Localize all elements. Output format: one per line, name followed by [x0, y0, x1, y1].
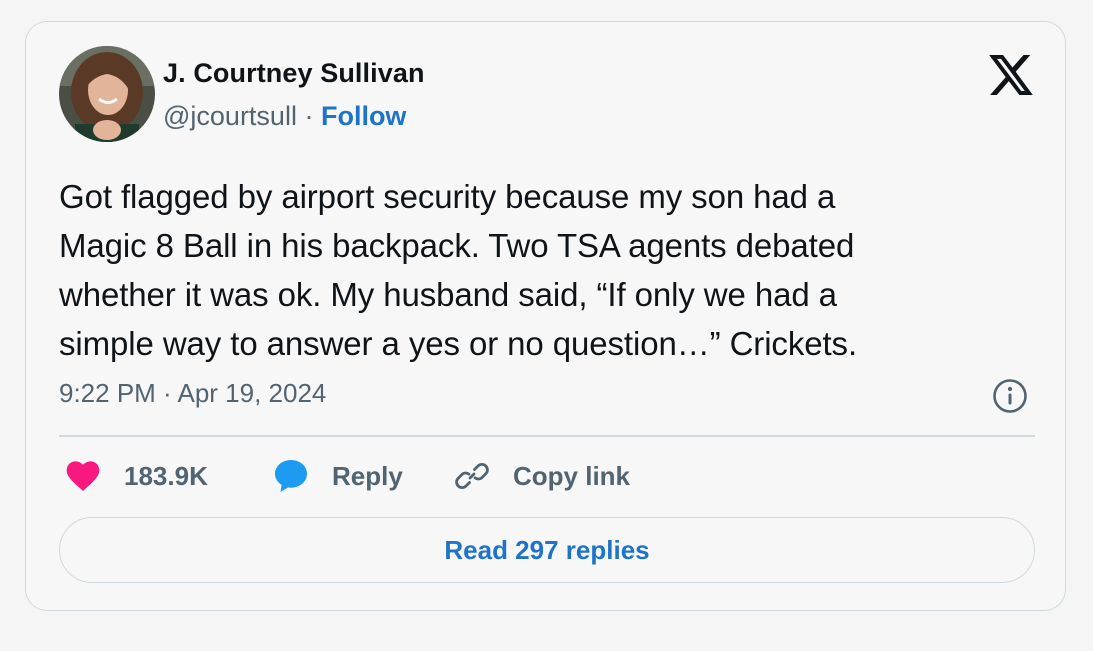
copy-link-button[interactable]: Copy link: [454, 458, 630, 494]
tweet-card: J. Courtney Sullivan @jcourtsull · Follo…: [25, 21, 1066, 611]
reply-button[interactable]: Reply: [273, 458, 403, 494]
handle-separator: ·: [296, 101, 321, 131]
author-name[interactable]: J. Courtney Sullivan: [163, 58, 425, 89]
reply-label: Reply: [332, 460, 403, 491]
read-replies-label: Read 297 replies: [444, 534, 650, 565]
like-count: 183.9K: [124, 460, 208, 491]
speech-bubble-icon: [273, 459, 309, 493]
copy-link-label: Copy link: [513, 460, 631, 491]
info-icon[interactable]: [992, 378, 1028, 414]
divider: [59, 435, 1035, 437]
follow-button[interactable]: Follow: [321, 101, 406, 131]
profile-photo-icon: [59, 46, 155, 142]
x-logo-icon[interactable]: [989, 55, 1033, 95]
author-handle-row: @jcourtsull · Follow: [163, 101, 406, 132]
author-avatar[interactable]: [59, 46, 155, 142]
like-button[interactable]: 183.9K: [66, 458, 208, 494]
read-replies-button[interactable]: Read 297 replies: [59, 517, 1035, 583]
link-icon: [454, 458, 490, 494]
author-handle[interactable]: @jcourtsull: [163, 101, 297, 131]
tweet-text: Got flagged by airport security because …: [59, 178, 858, 362]
tweet-timestamp[interactable]: 9:22 PM · Apr 19, 2024: [59, 378, 326, 409]
heart-icon: [66, 460, 100, 492]
